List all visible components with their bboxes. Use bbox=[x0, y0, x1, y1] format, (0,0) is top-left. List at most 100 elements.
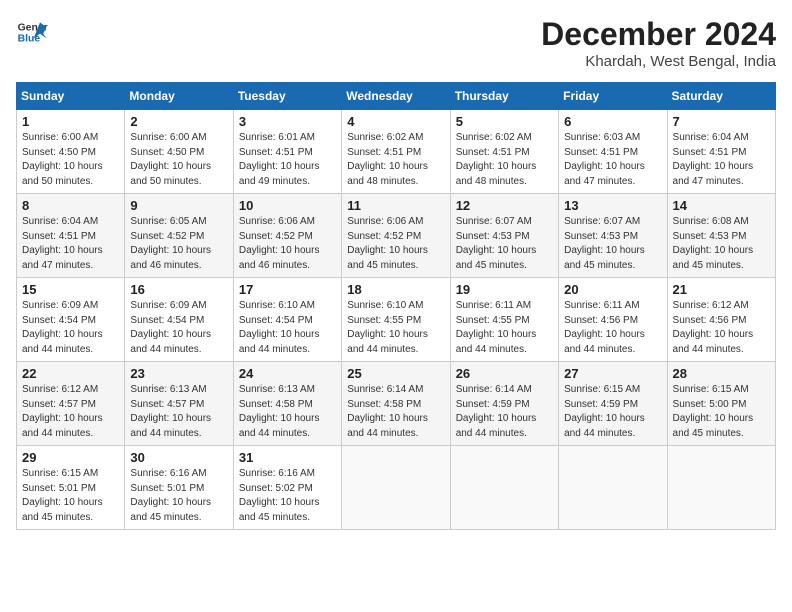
day-info: Sunrise: 6:10 AM Sunset: 4:54 PM Dayligh… bbox=[239, 299, 336, 357]
day-number: 20 bbox=[564, 282, 661, 297]
calendar-cell: 27 Sunrise: 6:15 AM Sunset: 4:59 PM Dayli… bbox=[559, 362, 667, 446]
calendar-cell: 19 Sunrise: 6:11 AM Sunset: 4:55 PM Dayli… bbox=[450, 278, 558, 362]
day-info: Sunrise: 6:00 AM Sunset: 4:50 PM Dayligh… bbox=[22, 131, 119, 189]
weekday-header: Monday bbox=[125, 83, 233, 110]
day-info: Sunrise: 6:03 AM Sunset: 4:51 PM Dayligh… bbox=[564, 131, 661, 189]
calendar-week-row: 1 Sunrise: 6:00 AM Sunset: 4:50 PM Daylig… bbox=[17, 110, 776, 194]
calendar-cell: 24 Sunrise: 6:13 AM Sunset: 4:58 PM Dayli… bbox=[233, 362, 341, 446]
page-header: General Blue December 2024 Khardah, West… bbox=[16, 16, 776, 70]
calendar-week-row: 8Sunrise: 6:04 AM Sunset: 4:51 PM Daylig… bbox=[17, 194, 776, 278]
calendar-cell: 12 Sunrise: 6:07 AM Sunset: 4:53 PM Dayli… bbox=[450, 194, 558, 278]
day-info: Sunrise: 6:06 AM Sunset: 4:52 PM Dayligh… bbox=[347, 215, 444, 273]
day-number: 24 bbox=[239, 366, 336, 381]
calendar-cell: 26 Sunrise: 6:14 AM Sunset: 4:59 PM Dayli… bbox=[450, 362, 558, 446]
day-info: Sunrise: 6:07 AM Sunset: 4:53 PM Dayligh… bbox=[456, 215, 553, 273]
weekday-header: Tuesday bbox=[233, 83, 341, 110]
location: Khardah, West Bengal, India bbox=[541, 53, 776, 70]
day-info: Sunrise: 6:14 AM Sunset: 4:59 PM Dayligh… bbox=[456, 383, 553, 441]
calendar-cell: 7Sunrise: 6:04 AM Sunset: 4:51 PM Daylig… bbox=[667, 110, 775, 194]
calendar-cell: 13 Sunrise: 6:07 AM Sunset: 4:53 PM Dayli… bbox=[559, 194, 667, 278]
day-info: Sunrise: 6:11 AM Sunset: 4:55 PM Dayligh… bbox=[456, 299, 553, 357]
day-number: 13 bbox=[564, 198, 661, 213]
calendar-cell: 5 Sunrise: 6:02 AM Sunset: 4:51 PM Daylig… bbox=[450, 110, 558, 194]
calendar-table: SundayMondayTuesdayWednesdayThursdayFrid… bbox=[16, 82, 776, 530]
calendar-cell bbox=[450, 446, 558, 530]
day-info: Sunrise: 6:04 AM Sunset: 4:51 PM Dayligh… bbox=[673, 131, 770, 189]
day-info: Sunrise: 6:11 AM Sunset: 4:56 PM Dayligh… bbox=[564, 299, 661, 357]
calendar-week-row: 15 Sunrise: 6:09 AM Sunset: 4:54 PM Dayli… bbox=[17, 278, 776, 362]
day-number: 11 bbox=[347, 198, 444, 213]
day-info: Sunrise: 6:15 AM Sunset: 5:01 PM Dayligh… bbox=[22, 467, 119, 525]
calendar-week-row: 22 Sunrise: 6:12 AM Sunset: 4:57 PM Dayli… bbox=[17, 362, 776, 446]
day-info: Sunrise: 6:13 AM Sunset: 4:58 PM Dayligh… bbox=[239, 383, 336, 441]
day-number: 12 bbox=[456, 198, 553, 213]
day-info: Sunrise: 6:06 AM Sunset: 4:52 PM Dayligh… bbox=[239, 215, 336, 273]
day-number: 10 bbox=[239, 198, 336, 213]
title-block: December 2024 Khardah, West Bengal, Indi… bbox=[541, 16, 776, 70]
day-number: 31 bbox=[239, 450, 336, 465]
calendar-cell: 20 Sunrise: 6:11 AM Sunset: 4:56 PM Dayli… bbox=[559, 278, 667, 362]
calendar-cell bbox=[342, 446, 450, 530]
day-number: 6 bbox=[564, 114, 661, 129]
calendar-cell: 16Sunrise: 6:09 AM Sunset: 4:54 PM Dayli… bbox=[125, 278, 233, 362]
day-info: Sunrise: 6:12 AM Sunset: 4:56 PM Dayligh… bbox=[673, 299, 770, 357]
weekday-header: Saturday bbox=[667, 83, 775, 110]
calendar-cell: 11 Sunrise: 6:06 AM Sunset: 4:52 PM Dayli… bbox=[342, 194, 450, 278]
calendar-cell: 14 Sunrise: 6:08 AM Sunset: 4:53 PM Dayli… bbox=[667, 194, 775, 278]
calendar-cell: 10 Sunrise: 6:06 AM Sunset: 4:52 PM Dayli… bbox=[233, 194, 341, 278]
day-number: 29 bbox=[22, 450, 119, 465]
day-info: Sunrise: 6:08 AM Sunset: 4:53 PM Dayligh… bbox=[673, 215, 770, 273]
weekday-header: Friday bbox=[559, 83, 667, 110]
day-number: 1 bbox=[22, 114, 119, 129]
day-number: 18 bbox=[347, 282, 444, 297]
calendar-cell: 18Sunrise: 6:10 AM Sunset: 4:55 PM Dayli… bbox=[342, 278, 450, 362]
day-info: Sunrise: 6:16 AM Sunset: 5:02 PM Dayligh… bbox=[239, 467, 336, 525]
day-number: 21 bbox=[673, 282, 770, 297]
day-info: Sunrise: 6:00 AM Sunset: 4:50 PM Dayligh… bbox=[130, 131, 227, 189]
calendar-cell: 23 Sunrise: 6:13 AM Sunset: 4:57 PM Dayli… bbox=[125, 362, 233, 446]
calendar-cell bbox=[559, 446, 667, 530]
day-info: Sunrise: 6:05 AM Sunset: 4:52 PM Dayligh… bbox=[130, 215, 227, 273]
calendar-cell: 22 Sunrise: 6:12 AM Sunset: 4:57 PM Dayli… bbox=[17, 362, 125, 446]
calendar-cell: 4Sunrise: 6:02 AM Sunset: 4:51 PM Daylig… bbox=[342, 110, 450, 194]
calendar-cell: 9 Sunrise: 6:05 AM Sunset: 4:52 PM Daylig… bbox=[125, 194, 233, 278]
calendar-week-row: 29 Sunrise: 6:15 AM Sunset: 5:01 PM Dayli… bbox=[17, 446, 776, 530]
day-number: 9 bbox=[130, 198, 227, 213]
calendar-cell: 15 Sunrise: 6:09 AM Sunset: 4:54 PM Dayli… bbox=[17, 278, 125, 362]
calendar-cell: 17 Sunrise: 6:10 AM Sunset: 4:54 PM Dayli… bbox=[233, 278, 341, 362]
day-number: 8 bbox=[22, 198, 119, 213]
day-info: Sunrise: 6:02 AM Sunset: 4:51 PM Dayligh… bbox=[347, 131, 444, 189]
day-number: 25 bbox=[347, 366, 444, 381]
day-number: 27 bbox=[564, 366, 661, 381]
day-number: 15 bbox=[22, 282, 119, 297]
weekday-header: Wednesday bbox=[342, 83, 450, 110]
calendar-cell: 2Sunrise: 6:00 AM Sunset: 4:50 PM Daylig… bbox=[125, 110, 233, 194]
day-number: 26 bbox=[456, 366, 553, 381]
day-number: 14 bbox=[673, 198, 770, 213]
day-info: Sunrise: 6:13 AM Sunset: 4:57 PM Dayligh… bbox=[130, 383, 227, 441]
day-info: Sunrise: 6:07 AM Sunset: 4:53 PM Dayligh… bbox=[564, 215, 661, 273]
day-number: 28 bbox=[673, 366, 770, 381]
calendar-cell: 8Sunrise: 6:04 AM Sunset: 4:51 PM Daylig… bbox=[17, 194, 125, 278]
calendar-cell: 6 Sunrise: 6:03 AM Sunset: 4:51 PM Daylig… bbox=[559, 110, 667, 194]
day-info: Sunrise: 6:16 AM Sunset: 5:01 PM Dayligh… bbox=[130, 467, 227, 525]
day-info: Sunrise: 6:09 AM Sunset: 4:54 PM Dayligh… bbox=[22, 299, 119, 357]
day-info: Sunrise: 6:02 AM Sunset: 4:51 PM Dayligh… bbox=[456, 131, 553, 189]
day-info: Sunrise: 6:15 AM Sunset: 4:59 PM Dayligh… bbox=[564, 383, 661, 441]
calendar-cell: 21 Sunrise: 6:12 AM Sunset: 4:56 PM Dayli… bbox=[667, 278, 775, 362]
calendar-cell: 31 Sunrise: 6:16 AM Sunset: 5:02 PM Dayli… bbox=[233, 446, 341, 530]
day-number: 23 bbox=[130, 366, 227, 381]
day-number: 17 bbox=[239, 282, 336, 297]
calendar-header-row: SundayMondayTuesdayWednesdayThursdayFrid… bbox=[17, 83, 776, 110]
day-number: 22 bbox=[22, 366, 119, 381]
weekday-header: Thursday bbox=[450, 83, 558, 110]
logo: General Blue bbox=[16, 16, 48, 48]
calendar-cell bbox=[667, 446, 775, 530]
weekday-header: Sunday bbox=[17, 83, 125, 110]
day-number: 5 bbox=[456, 114, 553, 129]
day-info: Sunrise: 6:12 AM Sunset: 4:57 PM Dayligh… bbox=[22, 383, 119, 441]
day-info: Sunrise: 6:15 AM Sunset: 5:00 PM Dayligh… bbox=[673, 383, 770, 441]
calendar-cell: 28 Sunrise: 6:15 AM Sunset: 5:00 PM Dayli… bbox=[667, 362, 775, 446]
day-number: 19 bbox=[456, 282, 553, 297]
calendar-cell: 25Sunrise: 6:14 AM Sunset: 4:58 PM Dayli… bbox=[342, 362, 450, 446]
